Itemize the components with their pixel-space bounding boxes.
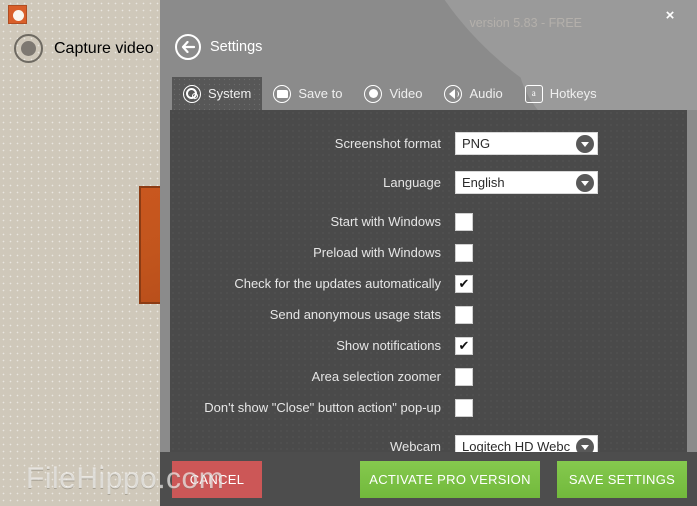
tab-system-label: System [208,86,252,101]
anonymous-stats-label: Send anonymous usage stats [269,307,441,322]
settings-window: version 5.83 - FREE × Settings System Sa… [160,0,697,506]
row-start-with-windows: Start with Windows [170,206,687,237]
gear-icon [183,84,201,103]
tab-hotkeys-label: Hotkeys [549,86,597,101]
webcam-label: Webcam [389,439,441,452]
row-show-notifications: Show notifications ✔ [170,330,687,361]
tab-hotkeys[interactable]: Hotkeys [514,77,608,110]
no-close-popup-checkbox[interactable] [455,398,473,417]
icecream-app-icon [8,5,27,24]
activate-pro-version-button[interactable]: ACTIVATE PRO VERSION [360,461,540,498]
capture-video-label: Capture video [54,39,154,57]
screenshot-format-dropdown[interactable]: PNG [455,132,598,155]
record-circle-icon[interactable] [14,34,43,63]
save-settings-button[interactable]: SAVE SETTINGS [557,461,687,498]
close-icon[interactable]: × [659,4,681,26]
back-arrow-icon[interactable] [175,34,201,60]
show-notifications-label: Show notifications [336,338,441,353]
webcam-value: Logitech HD Webc [462,439,571,452]
tab-save-to[interactable]: Save to [262,77,353,110]
anonymous-stats-checkbox[interactable] [455,305,473,324]
settings-panel: Screenshot format PNG Language English S… [170,110,687,452]
row-screenshot-format: Screenshot format PNG [170,128,687,159]
title-row: Settings [175,34,262,60]
row-preload-with-windows: Preload with Windows [170,237,687,268]
window-footer: CANCEL ACTIVATE PRO VERSION SAVE SETTING… [160,452,697,506]
show-notifications-checkbox[interactable]: ✔ [455,336,473,355]
language-dropdown[interactable]: English [455,171,598,194]
row-webcam: Webcam Logitech HD Webc [170,431,687,452]
row-check-updates: Check for the updates automatically ✔ [170,268,687,299]
tab-audio[interactable]: Audio [433,77,513,110]
tab-system[interactable]: System [172,77,263,110]
check-updates-label: Check for the updates automatically [234,276,441,291]
keyboard-key-icon [524,84,543,103]
tab-video[interactable]: Video [353,77,433,110]
check-updates-checkbox[interactable]: ✔ [455,274,473,293]
area-selection-zoomer-checkbox[interactable] [455,367,473,386]
chevron-down-icon[interactable] [576,135,594,153]
area-selection-zoomer-label: Area selection zoomer [311,369,441,384]
webcam-dropdown[interactable]: Logitech HD Webc [455,435,598,452]
chevron-down-icon[interactable] [576,174,594,192]
cancel-button[interactable]: CANCEL [172,461,262,498]
screenshot-format-value: PNG [462,136,491,151]
row-area-selection-zoomer: Area selection zoomer [170,361,687,392]
no-close-popup-label: Don't show "Close" button action" pop-up [204,400,441,415]
row-no-close-popup: Don't show "Close" button action" pop-up [170,392,687,423]
window-header: version 5.83 - FREE × Settings System Sa… [160,0,697,110]
settings-tabs: System Save to Video Audio Hotkeys [172,77,608,110]
folder-icon [273,84,292,103]
preload-with-windows-label: Preload with Windows [313,245,441,260]
start-with-windows-checkbox[interactable] [455,212,473,231]
row-anonymous-stats: Send anonymous usage stats [170,299,687,330]
record-icon [364,84,383,103]
chevron-down-icon[interactable] [576,438,594,452]
tab-video-label: Video [389,86,423,101]
start-with-windows-label: Start with Windows [330,214,441,229]
language-label: Language [383,175,441,190]
tab-audio-label: Audio [469,86,503,101]
screenshot-format-label: Screenshot format [334,136,441,151]
tab-save-to-label: Save to [298,86,343,101]
preload-with-windows-checkbox[interactable] [455,243,473,262]
speaker-icon [444,84,463,103]
row-language: Language English [170,167,687,198]
language-value: English [462,175,505,190]
version-text: version 5.83 - FREE [469,16,582,30]
page-title: Settings [210,39,263,55]
